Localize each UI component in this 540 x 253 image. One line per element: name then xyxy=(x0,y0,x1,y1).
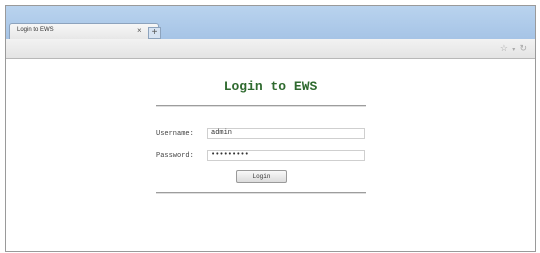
navigation-bar: ☆ ▾ ↻ xyxy=(6,39,535,59)
username-input[interactable]: admin xyxy=(207,128,365,139)
reload-icon[interactable]: ↻ xyxy=(519,43,528,53)
divider-bottom xyxy=(156,192,366,193)
page-content: Login to EWS Username: admin Password: •… xyxy=(6,59,535,251)
new-tab-button[interactable]: + xyxy=(148,27,161,39)
login-button[interactable]: Login xyxy=(236,170,287,183)
password-label: Password: xyxy=(156,152,194,160)
browser-window: Login to EWS × + ☆ ▾ ↻ Login to EWS User… xyxy=(5,5,536,252)
star-icon[interactable]: ☆ xyxy=(500,43,509,53)
tab-strip: Login to EWS × + xyxy=(6,6,535,40)
close-icon[interactable]: × xyxy=(137,26,142,36)
password-input[interactable]: ••••••••• xyxy=(207,150,365,161)
chevron-down-icon[interactable]: ▾ xyxy=(512,47,516,53)
nav-icons: ☆ ▾ ↻ xyxy=(500,43,528,54)
divider-top xyxy=(156,105,366,106)
username-label: Username: xyxy=(156,130,194,138)
tab-title: Login to EWS xyxy=(17,27,54,33)
tab-login[interactable]: Login to EWS × xyxy=(9,23,159,40)
page-title: Login to EWS xyxy=(223,79,318,94)
